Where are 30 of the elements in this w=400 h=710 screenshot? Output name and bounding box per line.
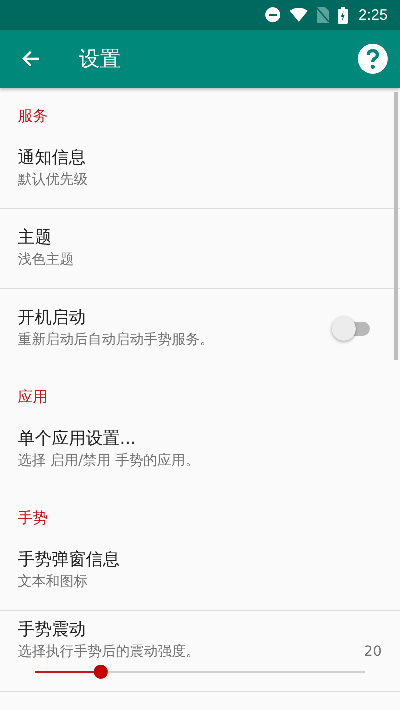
no-sim-icon [316, 7, 329, 23]
item-title: 单个应用设置... [18, 428, 138, 450]
settings-item[interactable]: 手势弹窗信息 文本和图标 [0, 531, 400, 611]
item-title: 通知信息 [18, 147, 87, 169]
item-title: 主题 [18, 227, 53, 249]
screen-title: 设置 [79, 46, 122, 73]
settings-item[interactable]: 单个应用设置... 选择 启用/禁用 手势的应用。 [0, 410, 400, 490]
item-subtitle: 选择执行手势后的震动强度。 [18, 643, 201, 662]
item-title: 手势震动 [18, 619, 87, 641]
section-header: 应用 [17, 387, 49, 408]
wifi-icon [290, 8, 308, 22]
settings-item[interactable]: 手势震动 选择执行手势后的震动强度。 20 [0, 611, 400, 692]
item-title: 开机启动 [18, 307, 87, 329]
item-subtitle: 选择 启用/禁用 手势的应用。 [18, 452, 201, 471]
do-not-disturb-icon [264, 7, 281, 23]
item-subtitle: 文本和图标 [18, 573, 89, 592]
toggle-switch[interactable] [332, 317, 370, 341]
item-subtitle: 浅色主题 [18, 251, 75, 270]
help-icon [358, 44, 388, 74]
item-title: 手势弹窗信息 [18, 549, 121, 571]
item-subtitle: 默认优先级 [18, 171, 89, 190]
section-header: 服务 [17, 106, 49, 127]
back-arrow-icon [21, 49, 41, 69]
slider-value: 20 [364, 644, 382, 660]
clock-text: 2:25 [358, 6, 388, 24]
section-header: 手势 [17, 508, 49, 529]
item-subtitle: 重新启动后自动启动手势服务。 [18, 331, 215, 350]
slider-thumb[interactable] [94, 665, 108, 679]
battery-charging-icon [338, 6, 348, 24]
settings-item[interactable]: 开机启动 重新启动后自动启动手势服务。 [0, 289, 400, 369]
